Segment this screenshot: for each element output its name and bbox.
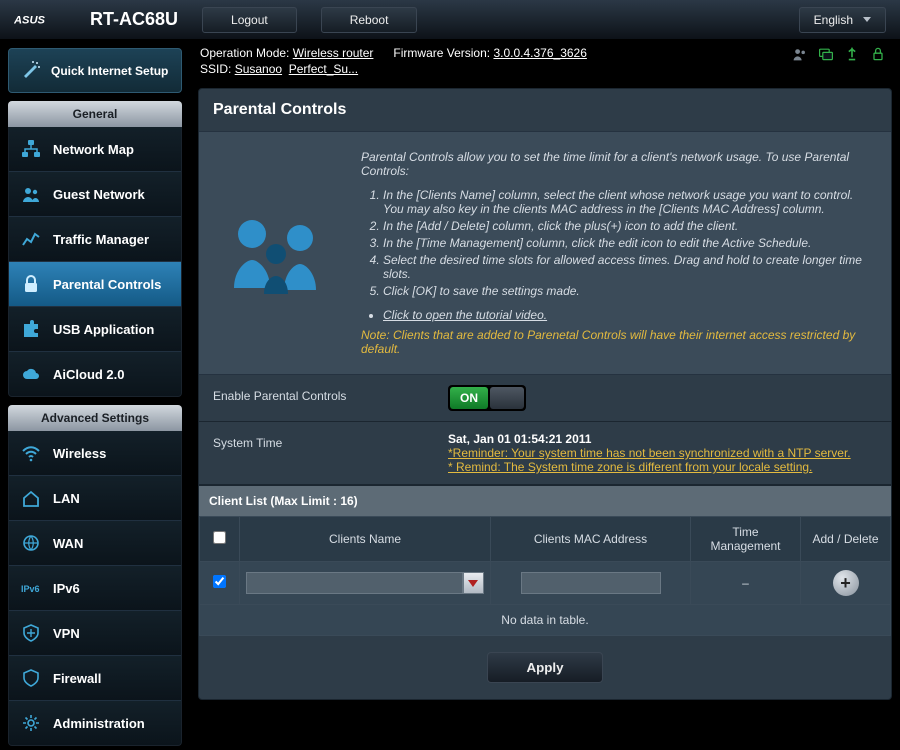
section-general-header: General	[8, 101, 182, 127]
intro-note: Note: Clients that are added to Pareneta…	[361, 328, 873, 356]
time-mgmt-cell: –	[691, 562, 801, 605]
sidebar: Quick Internet Setup General Network Map…	[0, 40, 190, 750]
wifi-icon	[21, 443, 41, 463]
toggle-knob	[490, 387, 524, 409]
wand-icon	[21, 59, 41, 82]
shield-icon	[21, 668, 41, 688]
client-mac-input[interactable]	[521, 572, 661, 594]
sidebar-item-traffic-manager[interactable]: Traffic Manager	[9, 216, 181, 261]
quick-internet-setup-button[interactable]: Quick Internet Setup	[8, 48, 182, 93]
screens-icon[interactable]	[818, 46, 834, 62]
svg-text:ASUS: ASUS	[14, 14, 46, 26]
lock-status-icon[interactable]	[870, 46, 886, 62]
systime-value: Sat, Jan 01 01:54:21 2011	[448, 432, 877, 446]
menu-advanced: Wireless LAN WAN IPv6 IPv6 VPN	[8, 431, 182, 746]
ipv6-icon: IPv6	[21, 578, 41, 598]
guest-network-icon	[21, 184, 41, 204]
ssid2-link[interactable]: Perfect_Su...	[289, 62, 358, 76]
client-name-combo[interactable]	[246, 572, 484, 594]
usb-status-icon[interactable]	[844, 46, 860, 62]
reboot-button[interactable]: Reboot	[321, 7, 418, 33]
parental-controls-panel: Parental Controls Parental Controls allo…	[198, 88, 892, 700]
cloud-icon	[21, 364, 41, 384]
ssid1-link[interactable]: Susanoo	[235, 62, 282, 76]
home-icon	[21, 488, 41, 508]
select-all-checkbox[interactable]	[213, 531, 226, 544]
sidebar-item-network-map[interactable]: Network Map	[9, 127, 181, 171]
vpn-icon	[21, 623, 41, 643]
firmware-link[interactable]: 3.0.0.4.376_3626	[493, 46, 586, 60]
family-icon	[217, 150, 337, 356]
qis-label: Quick Internet Setup	[51, 64, 168, 78]
gear-icon	[21, 713, 41, 733]
col-clients-name: Clients Name	[240, 517, 491, 562]
info-line: Operation Mode: Wireless router Firmware…	[198, 40, 892, 80]
table-input-row: – +	[200, 562, 891, 605]
svg-text:IPv6: IPv6	[21, 584, 40, 594]
client-name-dropdown-button[interactable]	[463, 572, 484, 594]
intro-lead: Parental Controls allow you to set the t…	[361, 150, 873, 178]
top-bar: ASUS RT-AC68U Logout Reboot English	[0, 0, 900, 40]
col-time-mgmt: Time Management	[691, 517, 801, 562]
toggle-on-label: ON	[450, 387, 488, 409]
sidebar-item-usb-application[interactable]: USB Application	[9, 306, 181, 351]
lock-icon	[21, 274, 41, 294]
intro-steps: In the [Clients Name] column, select the…	[383, 188, 873, 298]
sidebar-item-lan[interactable]: LAN	[9, 475, 181, 520]
sidebar-item-wan[interactable]: WAN	[9, 520, 181, 565]
chevron-down-icon	[863, 17, 871, 22]
sidebar-item-guest-network[interactable]: Guest Network	[9, 171, 181, 216]
sidebar-item-administration[interactable]: Administration	[9, 700, 181, 745]
sidebar-item-parental-controls[interactable]: Parental Controls	[9, 261, 181, 306]
intro-box: Parental Controls allow you to set the t…	[199, 132, 891, 375]
page-title: Parental Controls	[199, 89, 891, 132]
menu-general: Network Map Guest Network Traffic Manage…	[8, 127, 182, 397]
client-name-input[interactable]	[246, 572, 463, 594]
logout-button[interactable]: Logout	[202, 7, 297, 33]
main-area: Operation Mode: Wireless router Firmware…	[190, 40, 900, 750]
systime-label: System Time	[199, 422, 434, 484]
model-label: RT-AC68U	[90, 9, 178, 30]
col-add-delete: Add / Delete	[801, 517, 891, 562]
enable-label: Enable Parental Controls	[199, 375, 434, 421]
sidebar-item-wireless[interactable]: Wireless	[9, 431, 181, 475]
clients-icon[interactable]	[792, 46, 808, 62]
row-systime: System Time Sat, Jan 01 01:54:21 2011 *R…	[199, 422, 891, 485]
language-label: English	[814, 13, 853, 27]
sidebar-item-firewall[interactable]: Firewall	[9, 655, 181, 700]
traffic-manager-icon	[21, 229, 41, 249]
sidebar-item-aicloud[interactable]: AiCloud 2.0	[9, 351, 181, 396]
chevron-down-icon	[468, 580, 478, 587]
sidebar-item-ipv6[interactable]: IPv6 IPv6	[9, 565, 181, 610]
section-advanced-header: Advanced Settings	[8, 405, 182, 431]
row-enable: Enable Parental Controls ON	[199, 375, 891, 422]
client-table: Clients Name Clients MAC Address Time Ma…	[199, 516, 891, 636]
row-checkbox[interactable]	[213, 575, 226, 588]
puzzle-icon	[21, 319, 41, 339]
systime-warn2-link[interactable]: * Remind: The System time zone is differ…	[448, 460, 812, 474]
systime-warn1-link[interactable]: *Reminder: Your system time has not been…	[448, 446, 851, 460]
network-map-icon	[21, 139, 41, 159]
opmode-link[interactable]: Wireless router	[293, 46, 374, 60]
language-select[interactable]: English	[799, 7, 886, 33]
apply-button[interactable]: Apply	[487, 652, 602, 683]
tutorial-video-link[interactable]: Click to open the tutorial video.	[383, 308, 547, 322]
add-client-button[interactable]: +	[833, 570, 859, 596]
no-data-message: No data in table.	[200, 605, 891, 636]
table-header-row: Clients Name Clients MAC Address Time Ma…	[200, 517, 891, 562]
col-clients-mac: Clients MAC Address	[491, 517, 691, 562]
brand-logo: ASUS RT-AC68U	[14, 9, 178, 30]
sidebar-item-vpn[interactable]: VPN	[9, 610, 181, 655]
globe-icon	[21, 533, 41, 553]
enable-toggle[interactable]: ON	[448, 385, 526, 411]
status-icons	[792, 46, 886, 62]
asus-logo-icon: ASUS	[14, 11, 76, 29]
client-list-header: Client List (Max Limit : 16)	[199, 485, 891, 516]
